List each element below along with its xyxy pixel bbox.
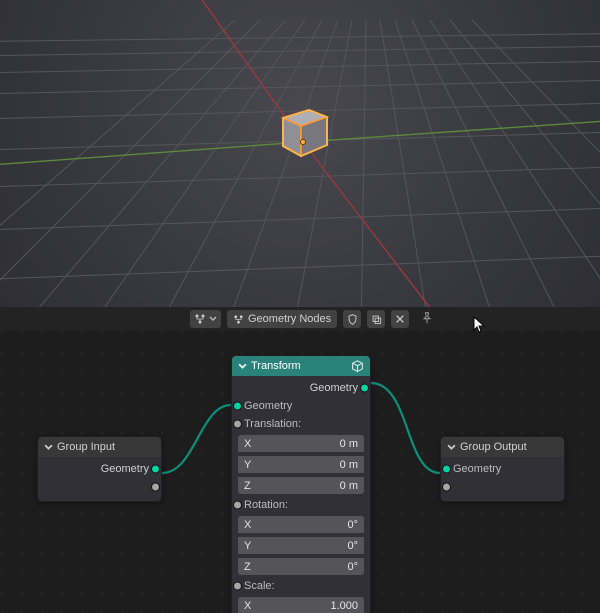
field-value: 0° bbox=[347, 540, 358, 552]
chevron-down-icon bbox=[447, 443, 456, 452]
unlink-button[interactable] bbox=[391, 310, 409, 328]
scale-x-field[interactable]: X 1.000 bbox=[238, 597, 364, 613]
field-value: 1.000 bbox=[330, 600, 358, 612]
app-root: Geometry Nodes bbox=[0, 0, 600, 613]
node-transform[interactable]: Transform Geometry Geometry bbox=[231, 355, 371, 613]
section-label: Rotation: bbox=[244, 499, 288, 511]
field-axis-label: X bbox=[244, 438, 251, 450]
socket-dot[interactable] bbox=[233, 582, 242, 591]
axis-x-front bbox=[303, 142, 470, 307]
socket-dot[interactable] bbox=[151, 465, 160, 474]
input-socket-rotation[interactable]: Rotation: bbox=[238, 497, 364, 513]
node-title-bar[interactable]: Group Output bbox=[441, 437, 564, 457]
fake-user-button[interactable] bbox=[343, 310, 361, 328]
field-axis-label: Z bbox=[244, 480, 251, 492]
socket-dot[interactable] bbox=[442, 465, 451, 474]
node-title-label: Group Output bbox=[460, 441, 527, 453]
translation-y-field[interactable]: Y 0 m bbox=[238, 456, 364, 473]
field-value: 0 m bbox=[340, 438, 358, 450]
field-axis-label: Y bbox=[244, 540, 251, 552]
node-title-label: Group Input bbox=[57, 441, 115, 453]
axis-y-left bbox=[0, 142, 303, 168]
field-axis-label: X bbox=[244, 600, 251, 612]
socket-label: Geometry bbox=[101, 463, 149, 475]
field-value: 0 m bbox=[340, 480, 358, 492]
close-icon bbox=[395, 314, 405, 324]
shield-icon bbox=[347, 314, 358, 325]
rotation-z-field[interactable]: Z 0° bbox=[238, 558, 364, 575]
section-label: Translation: bbox=[244, 418, 301, 430]
socket-dot[interactable] bbox=[360, 384, 369, 393]
field-value: 0 m bbox=[340, 459, 358, 471]
viewport-3d[interactable] bbox=[0, 0, 600, 307]
duplicate-icon bbox=[371, 314, 382, 325]
chevron-down-icon bbox=[238, 362, 247, 371]
field-value: 0° bbox=[347, 519, 358, 531]
axis-y-right bbox=[303, 118, 600, 142]
socket-label: Geometry bbox=[453, 463, 501, 475]
socket-dot[interactable] bbox=[151, 483, 160, 492]
socket-label: Geometry bbox=[244, 400, 292, 412]
node-title-bar[interactable]: Transform bbox=[232, 356, 370, 376]
nodegroup-name-field[interactable]: Geometry Nodes bbox=[227, 310, 337, 328]
pin-icon bbox=[421, 312, 433, 324]
socket-dot[interactable] bbox=[233, 501, 242, 510]
chevron-down-icon bbox=[209, 315, 217, 323]
object-origin bbox=[300, 139, 306, 145]
socket-dot[interactable] bbox=[233, 402, 242, 411]
editor-header: Geometry Nodes bbox=[0, 307, 600, 331]
node-tree-icon bbox=[233, 314, 244, 325]
field-value: 0° bbox=[347, 561, 358, 573]
input-socket-geometry[interactable]: Geometry bbox=[447, 461, 558, 477]
node-tree-icon bbox=[194, 313, 206, 325]
node-title-bar[interactable]: Group Input bbox=[38, 437, 161, 457]
node-group-output[interactable]: Group Output Geometry bbox=[440, 436, 565, 502]
field-axis-label: X bbox=[244, 519, 251, 531]
node-editor[interactable]: Geometry Nodes bbox=[0, 307, 600, 613]
output-socket-virtual[interactable] bbox=[44, 479, 155, 495]
section-label: Scale: bbox=[244, 580, 275, 592]
translation-x-field[interactable]: X 0 m bbox=[238, 435, 364, 452]
input-socket-geometry[interactable]: Geometry bbox=[238, 398, 364, 414]
node-group-input[interactable]: Group Input Geometry bbox=[37, 436, 162, 502]
socket-label: Geometry bbox=[310, 382, 358, 394]
translation-z-field[interactable]: Z 0 m bbox=[238, 477, 364, 494]
socket-dot[interactable] bbox=[233, 420, 242, 429]
output-socket-geometry[interactable]: Geometry bbox=[44, 461, 155, 477]
field-axis-label: Y bbox=[244, 459, 251, 471]
output-socket-geometry[interactable]: Geometry bbox=[238, 380, 364, 396]
input-socket-scale[interactable]: Scale: bbox=[238, 578, 364, 594]
input-socket-virtual[interactable] bbox=[447, 479, 558, 495]
editor-type-selector[interactable] bbox=[190, 310, 221, 328]
pin-button[interactable] bbox=[421, 312, 433, 327]
input-socket-translation[interactable]: Translation: bbox=[238, 416, 364, 432]
cube-object[interactable] bbox=[272, 100, 336, 164]
rotation-x-field[interactable]: X 0° bbox=[238, 516, 364, 533]
editor-canvas[interactable]: Group Input Geometry Transform bbox=[0, 331, 600, 613]
field-axis-label: Z bbox=[244, 561, 251, 573]
nodegroup-name-label: Geometry Nodes bbox=[248, 313, 331, 325]
socket-dot[interactable] bbox=[442, 483, 451, 492]
rotation-y-field[interactable]: Y 0° bbox=[238, 537, 364, 554]
duplicate-button[interactable] bbox=[367, 310, 385, 328]
node-title-label: Transform bbox=[251, 360, 301, 372]
geometry-icon bbox=[351, 360, 364, 373]
chevron-down-icon bbox=[44, 443, 53, 452]
